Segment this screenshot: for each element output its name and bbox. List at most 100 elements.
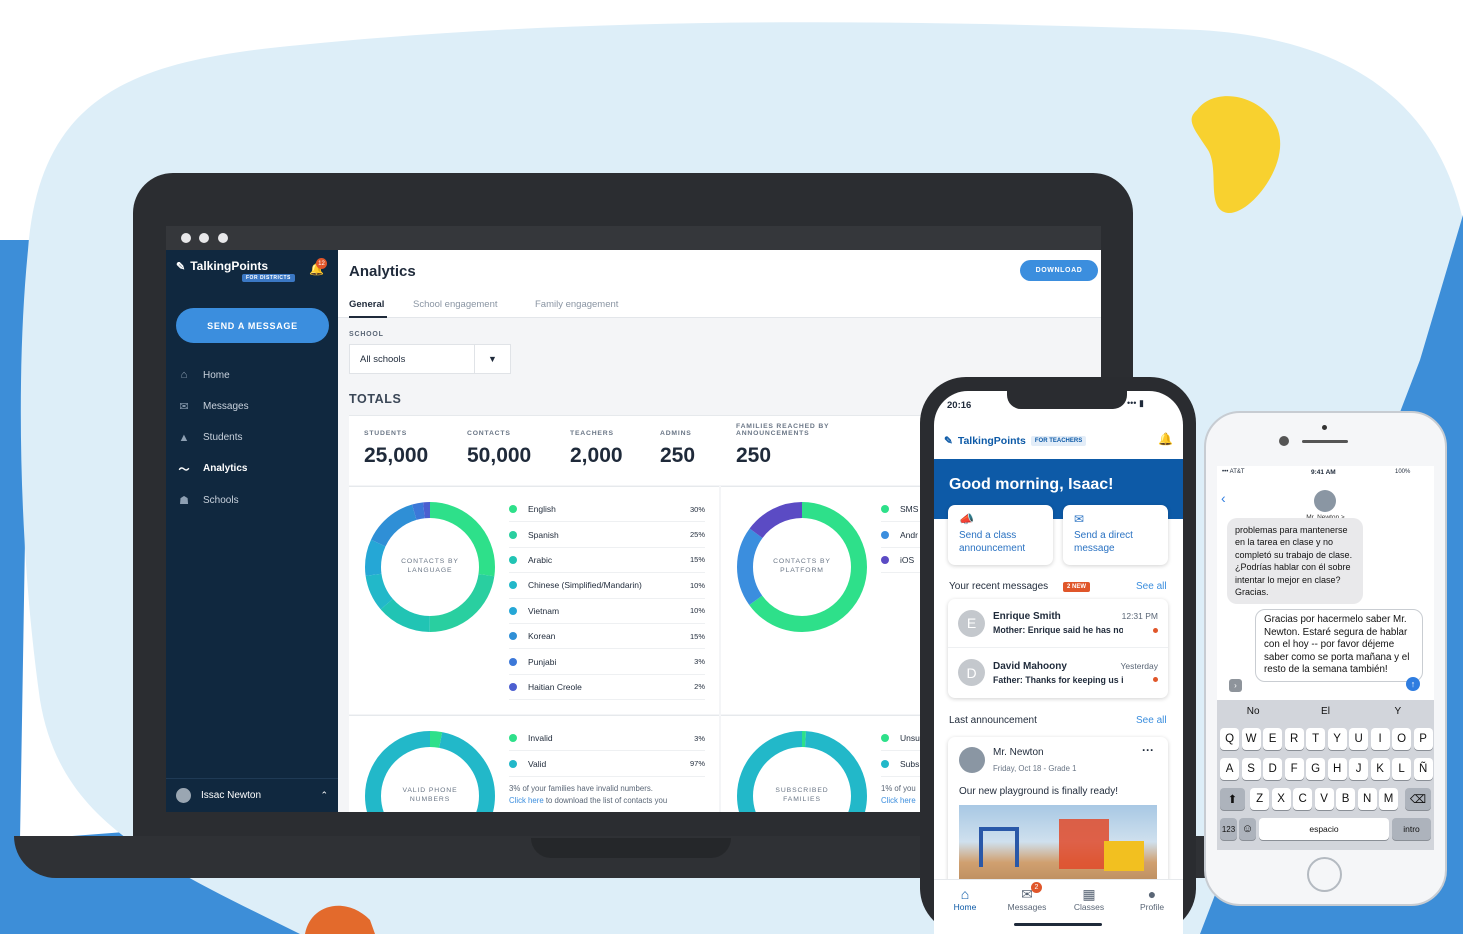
backspace-key[interactable]: ⌫	[1405, 788, 1431, 810]
key-e[interactable]: E	[1263, 728, 1283, 750]
window-dot-minimize[interactable]	[199, 233, 209, 243]
contact-avatar[interactable]	[1314, 490, 1336, 512]
message-preview: Father: Thanks for keeping us inf...	[993, 674, 1123, 685]
key-i[interactable]: I	[1370, 728, 1390, 750]
key-b[interactable]: B	[1336, 788, 1356, 810]
playground-tower	[1059, 819, 1109, 869]
tab-family-engagement[interactable]: Family engagement	[535, 299, 618, 310]
sidebar-item-analytics[interactable]: 〜 Analytics	[177, 459, 248, 479]
legend-dot	[509, 632, 517, 641]
avatar	[176, 788, 191, 803]
key-l[interactable]: L	[1392, 758, 1412, 780]
tab-messages[interactable]: ✉ Messages	[996, 880, 1058, 912]
legend-percent: 3%	[694, 733, 705, 743]
message-row[interactable]: D David Mahoony Yesterday Father: Thanks …	[948, 648, 1168, 697]
see-all-announcements-link[interactable]: See all	[1136, 715, 1167, 726]
greeting-title: Good morning, Isaac!	[949, 476, 1114, 493]
key-u[interactable]: U	[1349, 728, 1369, 750]
tab-bar: General School engagement Family engagem…	[338, 292, 1101, 318]
sidebar-item-students[interactable]: ▲ Students	[177, 428, 243, 448]
class-announcement-button[interactable]: 📣 Send a class announcement	[948, 505, 1053, 565]
sidebar-item-schools[interactable]: ☗ Schools	[177, 490, 239, 510]
key-o[interactable]: O	[1392, 728, 1412, 750]
space-key[interactable]: espacio	[1259, 818, 1389, 840]
download-invalid-link[interactable]: Click here	[509, 796, 544, 805]
school-building-icon: ☗	[179, 494, 189, 507]
key-f[interactable]: F	[1284, 758, 1304, 780]
numbers-key[interactable]: 123	[1220, 818, 1237, 840]
totals-heading: TOTALS	[349, 392, 402, 406]
key-m[interactable]: M	[1379, 788, 1399, 810]
window-dot-maximize[interactable]	[218, 233, 228, 243]
download-button[interactable]: DOWNLOAD	[1020, 260, 1098, 281]
key-y[interactable]: Y	[1327, 728, 1347, 750]
key-w[interactable]: W	[1241, 728, 1261, 750]
key-c[interactable]: C	[1293, 788, 1313, 810]
legend-row: Invalid 3%	[509, 726, 705, 752]
key-j[interactable]: J	[1349, 758, 1369, 780]
recent-messages-title: Your recent messages	[949, 581, 1049, 592]
back-chevron-icon[interactable]: ‹	[1221, 490, 1226, 506]
key-r[interactable]: R	[1284, 728, 1304, 750]
return-key[interactable]: intro	[1392, 818, 1431, 840]
sidebar-item-label: Schools	[203, 494, 239, 506]
key-d[interactable]: D	[1263, 758, 1283, 780]
phone-camera	[1279, 436, 1289, 446]
playground-slide	[1104, 841, 1144, 871]
more-options-icon[interactable]: ···	[1142, 743, 1154, 757]
tab-classes[interactable]: ▦ Classes	[1058, 880, 1120, 912]
sidebar-item-home[interactable]: ⌂ Home	[177, 365, 230, 385]
tab-general[interactable]: General	[349, 299, 384, 310]
shift-key[interactable]: ⬆	[1220, 788, 1245, 810]
mail-icon: ✉	[179, 400, 189, 413]
key-a[interactable]: A	[1220, 758, 1240, 780]
legend-dot	[509, 657, 517, 666]
school-select[interactable]: All schools ▼	[349, 344, 511, 374]
legend-row: Haitian Creole 2%	[509, 675, 705, 701]
action-label: Send a direct message	[1074, 530, 1133, 554]
window-dot-close[interactable]	[181, 233, 191, 243]
direct-message-button[interactable]: ✉ Send a direct message	[1063, 505, 1168, 565]
legend-label: iOS	[900, 554, 915, 565]
legend-label: English	[528, 504, 556, 515]
sidebar-item-messages[interactable]: ✉ Messages	[177, 396, 248, 416]
key-n[interactable]: N	[1357, 788, 1377, 810]
tab-profile[interactable]: ● Profile	[1121, 880, 1183, 912]
suggestion[interactable]: No	[1217, 700, 1289, 722]
key-s[interactable]: S	[1241, 758, 1261, 780]
key-h[interactable]: H	[1327, 758, 1347, 780]
key-q[interactable]: Q	[1220, 728, 1240, 750]
phone-sensor	[1322, 425, 1327, 430]
key-v[interactable]: V	[1314, 788, 1334, 810]
note-link-suffix: to download the list of contacts you	[543, 796, 668, 805]
active-tab-indicator	[349, 316, 387, 318]
tab-home[interactable]: ⌂ Home	[934, 880, 996, 912]
announcement-card[interactable]: Mr. Newton Friday, Oct 18 - Grade 1 ··· …	[948, 737, 1168, 887]
suggestion[interactable]: Y	[1362, 700, 1434, 722]
send-message-button[interactable]: SEND A MESSAGE	[176, 308, 329, 343]
legend-percent: 3%	[694, 657, 705, 667]
announcement-author: Mr. Newton	[993, 747, 1044, 758]
key-ñ[interactable]: Ñ	[1413, 758, 1433, 780]
bell-icon[interactable]: 🔔	[1158, 432, 1173, 446]
key-t[interactable]: T	[1306, 728, 1326, 750]
compose-field[interactable]: Gracias por hacermelo saber Mr. Newton. …	[1255, 609, 1423, 682]
see-all-messages-link[interactable]: See all	[1136, 581, 1167, 592]
tab-school-engagement[interactable]: School engagement	[413, 299, 498, 310]
emoji-icon[interactable]: ☺	[1239, 818, 1256, 840]
suggestion[interactable]: El	[1289, 700, 1361, 722]
key-z[interactable]: Z	[1250, 788, 1270, 810]
key-k[interactable]: K	[1370, 758, 1390, 780]
send-arrow-icon[interactable]: ↑	[1406, 677, 1420, 691]
key-p[interactable]: P	[1413, 728, 1433, 750]
home-button[interactable]	[1307, 857, 1342, 892]
brand-logo[interactable]: ✎ TalkingPoints	[176, 259, 268, 273]
apps-chevron-icon[interactable]: ›	[1229, 679, 1242, 692]
message-row[interactable]: E Enrique Smith 12:31 PM Mother: Enrique …	[948, 599, 1168, 648]
key-x[interactable]: X	[1271, 788, 1291, 810]
user-menu[interactable]: Issac Newton ⌃	[166, 778, 338, 812]
subscribed-link[interactable]: Click here	[881, 796, 916, 805]
brand-tag: FOR DISTRICTS	[242, 274, 295, 282]
action-label: Send a class announcement	[959, 530, 1026, 554]
key-g[interactable]: G	[1306, 758, 1326, 780]
